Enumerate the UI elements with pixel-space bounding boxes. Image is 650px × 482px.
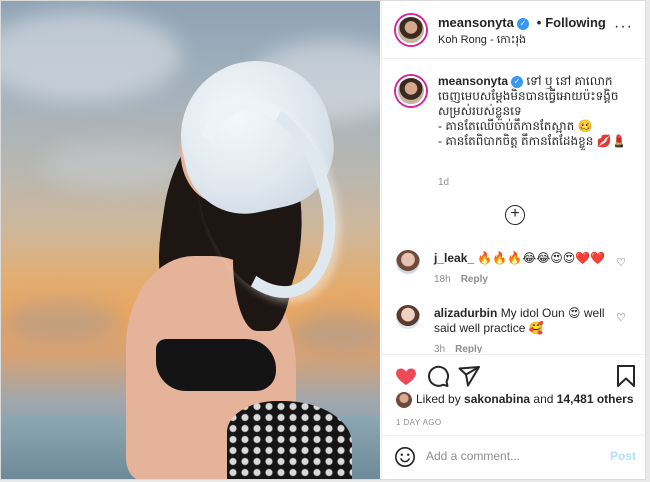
likes-count[interactable]: 14,481 others xyxy=(557,392,634,406)
comment-input[interactable] xyxy=(426,449,596,463)
net-skirt xyxy=(227,401,352,479)
post-actions: Liked by sakonabina and 14,481 others 1 … xyxy=(382,354,645,434)
author-username[interactable]: meansonyta xyxy=(438,15,514,30)
comment-text: 🔥🔥🔥😂😂😍😍❤️❤️ xyxy=(477,251,606,265)
cloud xyxy=(1,11,181,101)
author-avatar[interactable] xyxy=(396,15,426,45)
comment-avatar[interactable] xyxy=(396,250,420,274)
comment-body: alizadurbin My idol Oun 😍 well said well… xyxy=(434,306,614,336)
add-comment-plus-icon[interactable]: + xyxy=(505,205,525,225)
more-options-icon[interactable]: ··· xyxy=(614,19,633,35)
reply-button[interactable]: Reply xyxy=(461,274,488,285)
comment-like-heart-icon[interactable]: ♡ xyxy=(616,256,626,269)
post-header: meansonyta ✓ • Following Koh Rong - កោះរុ… xyxy=(382,1,645,59)
comment-item: j_leak_ 🔥🔥🔥😂😂😍😍❤️❤️ 18h Reply xyxy=(434,251,614,285)
heart-icon[interactable] xyxy=(394,364,418,388)
caption: meansonyta ✓ ទៅ ឬ នៅ​ គាលោក ចេញមេបស​ម្ដែង… xyxy=(438,74,638,149)
liked-by-label: Liked by xyxy=(416,392,461,407)
comment-time: 3h xyxy=(434,344,446,353)
share-icon[interactable] xyxy=(457,364,481,388)
liker-avatar[interactable] xyxy=(396,392,412,408)
post-side-panel: meansonyta ✓ • Following Koh Rong - កោះរុ… xyxy=(381,1,645,479)
likes-summary: Liked by sakonabina and 14,481 others xyxy=(396,392,634,408)
cloud xyxy=(1,301,121,341)
caption-avatar[interactable] xyxy=(396,76,426,106)
post-age: 1 DAY AGO xyxy=(396,418,442,427)
cloud xyxy=(291,311,380,351)
comments-section: meansonyta ✓ ទៅ ឬ នៅ​ គាលោក ចេញមេបស​ម្ដែង… xyxy=(382,60,645,353)
verified-badge-icon: ✓ xyxy=(511,76,524,88)
post-location[interactable]: Koh Rong - កោះរុង xyxy=(438,33,526,49)
author-line: meansonyta ✓ • Following xyxy=(438,14,606,30)
liker-username[interactable]: sakonabina xyxy=(464,392,530,406)
comment-username[interactable]: j_leak_ xyxy=(434,251,474,265)
post-photo[interactable] xyxy=(1,1,380,479)
comment-meta: 18h Reply xyxy=(434,274,614,285)
caption-time: 1d xyxy=(438,177,450,188)
post-comment-button[interactable]: Post xyxy=(610,449,636,463)
emoji-icon[interactable] xyxy=(394,446,416,468)
post-modal: meansonyta ✓ • Following Koh Rong - កោះរុ… xyxy=(0,0,646,480)
verified-badge-icon: ✓ xyxy=(516,18,529,30)
comment-body: j_leak_ 🔥🔥🔥😂😂😍😍❤️❤️ xyxy=(434,251,614,266)
comment-icon[interactable] xyxy=(426,364,450,388)
comment-time: 18h xyxy=(434,274,451,285)
bookmark-icon[interactable] xyxy=(614,364,638,388)
reply-button[interactable]: Reply xyxy=(455,344,482,353)
caption-username[interactable]: meansonyta xyxy=(438,74,508,88)
comment-composer: Post xyxy=(382,435,645,479)
comment-item: alizadurbin My idol Oun 😍 well said well… xyxy=(434,306,614,353)
caption-body: meansonyta ✓ ទៅ ឬ នៅ​ គាលោក ចេញមេបស​ម្ដែង… xyxy=(438,74,638,149)
comment-meta: 3h Reply xyxy=(434,344,614,353)
bikini-top xyxy=(156,339,276,391)
likes-and: and xyxy=(533,392,554,407)
comment-like-heart-icon[interactable]: ♡ xyxy=(616,311,626,324)
separator-dot: • xyxy=(536,15,542,30)
comment-username[interactable]: alizadurbin xyxy=(434,306,497,320)
following-button[interactable]: Following xyxy=(545,15,606,30)
comment-avatar[interactable] xyxy=(396,305,420,329)
